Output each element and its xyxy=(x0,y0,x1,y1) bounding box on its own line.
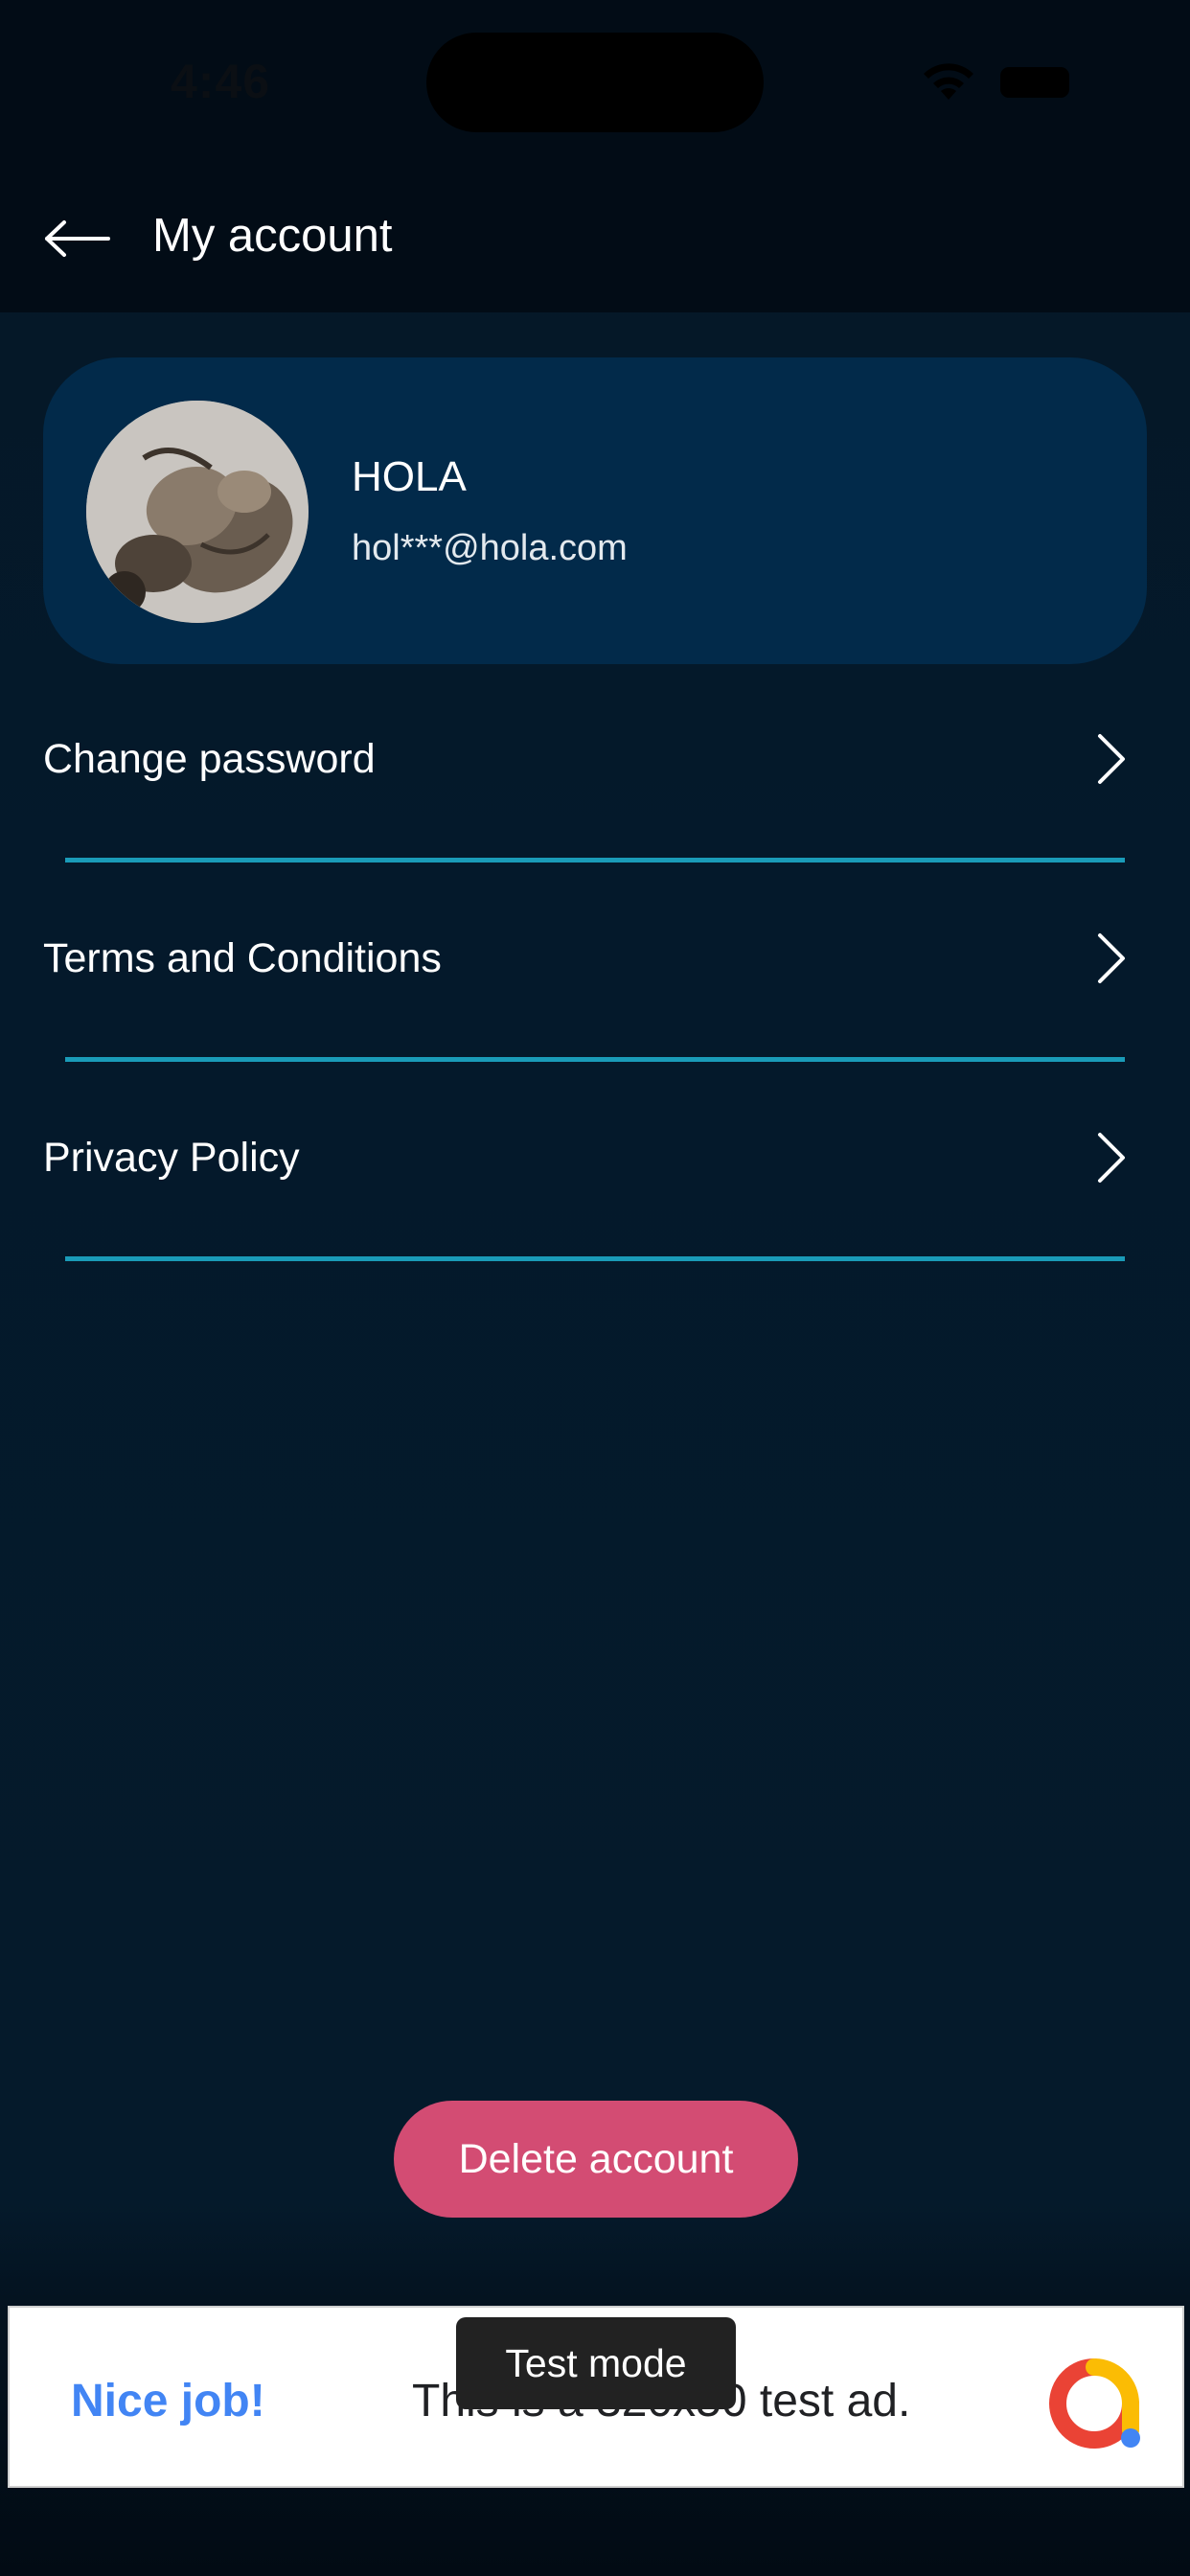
menu-item-privacy[interactable]: Privacy Policy xyxy=(0,1062,1190,1261)
menu-item-label: Terms and Conditions xyxy=(43,935,442,981)
chevron-right-icon xyxy=(1098,734,1125,784)
wifi-icon xyxy=(924,63,973,100)
page-title: My account xyxy=(152,210,393,262)
chevron-right-icon xyxy=(1098,933,1125,983)
battery-icon xyxy=(1000,67,1069,98)
menu-item-label: Privacy Policy xyxy=(43,1135,300,1181)
menu-item-label: Change password xyxy=(43,736,376,782)
ad-title[interactable]: Nice job! xyxy=(71,2375,265,2427)
chevron-right-icon xyxy=(1098,1133,1125,1183)
menu-item-change-password[interactable]: Change password xyxy=(0,663,1190,862)
status-bar: 4:46 xyxy=(0,0,1190,163)
arrow-left-icon xyxy=(45,220,110,257)
profile-card: HOLA hol***@hola.com xyxy=(43,357,1147,664)
dynamic-island xyxy=(426,33,764,132)
menu-divider xyxy=(65,1256,1125,1261)
cat-photo xyxy=(86,401,309,623)
test-mode-badge: Test mode xyxy=(456,2317,736,2409)
delete-account-button[interactable]: Delete account xyxy=(394,2101,798,2218)
profile-name: HOLA xyxy=(352,453,467,500)
status-time: 4:46 xyxy=(171,55,271,108)
menu-item-terms[interactable]: Terms and Conditions xyxy=(0,862,1190,1062)
back-button[interactable] xyxy=(34,205,121,272)
app-bar: My account xyxy=(0,163,1190,312)
avatar[interactable] xyxy=(86,401,309,623)
admob-logo-icon xyxy=(1049,2358,1140,2449)
profile-email: hol***@hola.com xyxy=(352,528,628,568)
